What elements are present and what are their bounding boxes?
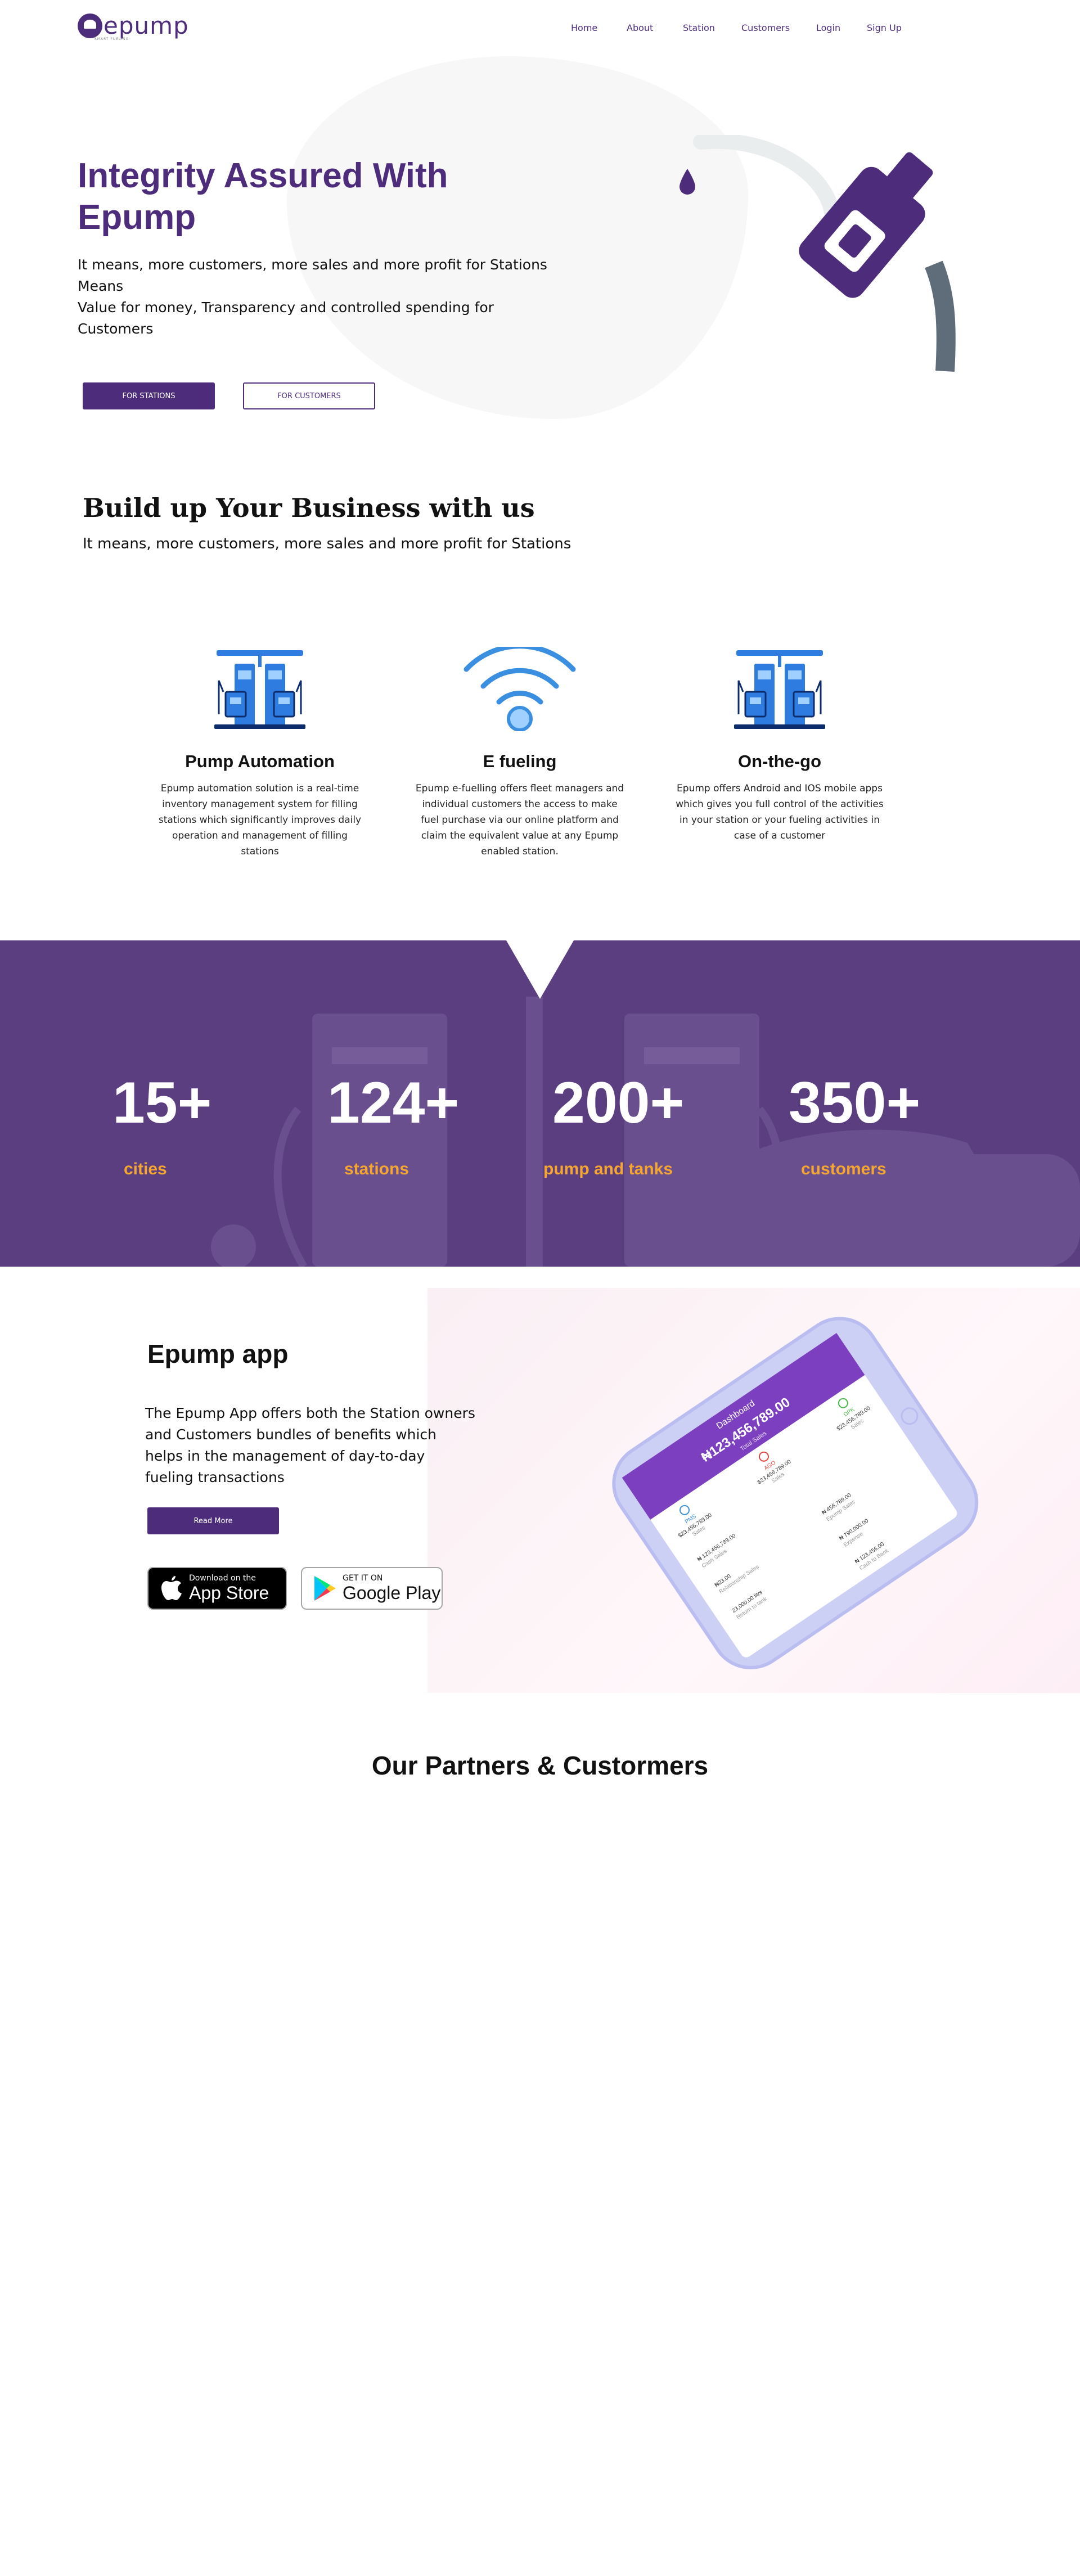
stat-label: pump and tanks [543,1160,673,1178]
fuel-pump-icon [734,650,825,729]
stats-banner: 15+ cities 124+ stations 200+ pump and t… [0,940,1080,1267]
nav-link-home[interactable]: Home [571,22,597,33]
hero-line-3: Value for money, Transparency and contro… [78,299,494,337]
app-store-small-text: Download on the [189,1574,256,1583]
app-store-badge[interactable]: Download on the App Store [147,1567,287,1610]
stats-notch [506,940,574,999]
build-section-subtitle: It means, more customers, more sales and… [83,535,572,552]
stat-label: stations [344,1160,410,1178]
hero-text: It means, more customers, more sales and… [78,254,561,340]
fuel-hose-lower [925,260,956,372]
for-stations-button[interactable]: FOR STATIONS [83,382,215,409]
phone-mockup: Dashboard ₦123,456,789.00 Total Sales PM… [612,1317,979,1670]
feature-on-the-go: On-the-go Epump offers Android and IOS m… [667,647,892,844]
stat-label: cities [124,1160,167,1178]
fuel-nozzle-illustration [680,135,956,372]
google-play-small-text: GET IT ON [343,1574,383,1583]
nav-link-login[interactable]: Login [816,22,840,33]
fuel-hose [693,135,840,227]
stat-value: 124+ [327,1070,460,1136]
hero-line-2: Means [78,278,124,294]
top-nav: epump SMART FUELING Home About Station C… [0,0,1080,56]
stat-value: 200+ [552,1070,685,1136]
app-store-big-text: App Store [189,1583,269,1603]
wifi-icon [464,647,576,731]
feature-title: Pump Automation [185,751,335,771]
partners-section-title: Our Partners & Custormers [371,1751,709,1780]
feature-title: On-the-go [737,751,822,771]
logo-tagline: SMART FUELING [94,37,129,41]
for-customers-button[interactable]: FOR CUSTOMERS [243,382,375,409]
feature-description: Epump offers Android and IOS mobile apps… [676,783,884,841]
read-more-button[interactable]: Read More [147,1507,279,1534]
feature-pump-automation: Pump Automation Epump automation solutio… [147,647,372,859]
build-section-title: Build up Your Business with us [83,493,535,523]
fuel-drop-icon [680,169,695,195]
fuel-pump-icon [214,650,305,729]
google-play-icon [314,1576,336,1601]
stat-value: 350+ [789,1070,921,1136]
feature-description: Epump automation solution is a real-time… [158,783,362,857]
google-play-badge[interactable]: GET IT ON Google Play [301,1567,443,1610]
hero-title: Integrity Assured With Epump [78,156,448,237]
feature-description: Epump e-fuelling offers fleet managers a… [415,783,624,857]
nav-link-customers[interactable]: Customers [741,22,790,33]
feature-e-fueling: E fueling Epump e-fuelling offers fleet … [407,647,632,859]
app-section-text: The Epump App offers both the Station ow… [145,1405,475,1485]
nav-link-station[interactable]: Station [683,22,715,33]
feature-title: E fueling [483,751,557,771]
stat-label: customers [801,1160,886,1178]
hero-line-1: It means, more customers, more sales and… [78,256,547,273]
apple-icon [161,1576,182,1600]
app-section-title: Epump app [147,1339,289,1368]
google-play-big-text: Google Play [343,1583,441,1603]
nav-links: Home About Station Customers Login Sign … [0,22,1080,36]
nav-link-signup[interactable]: Sign Up [867,22,902,33]
nav-link-about[interactable]: About [627,22,653,33]
stat-value: 15+ [112,1070,212,1136]
